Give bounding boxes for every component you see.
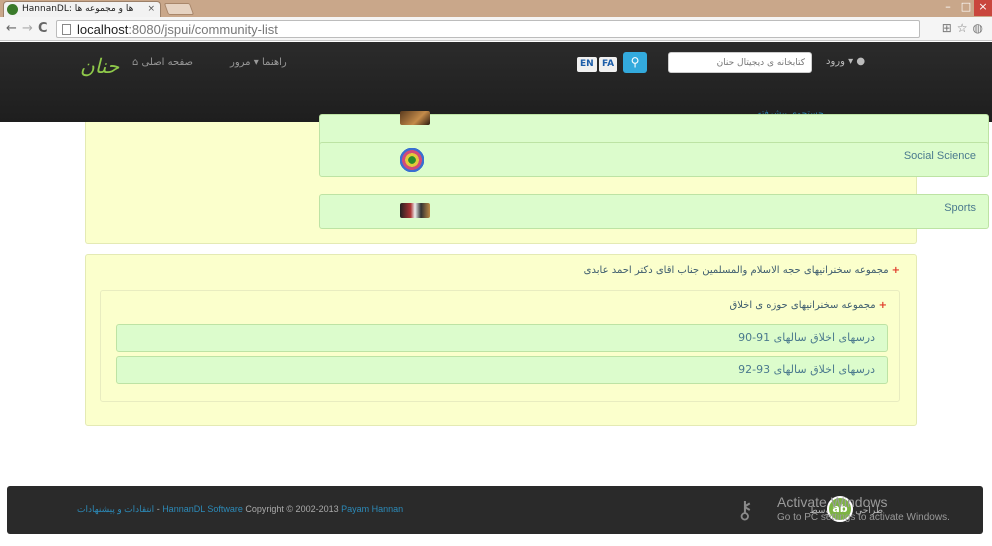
windows-activation-watermark: ⚷ Activate Windows Go to PC settings to … — [736, 494, 950, 524]
reload-icon[interactable]: C — [38, 20, 48, 38]
subcommunity-panel: Social Science Sports — [85, 111, 989, 244]
collection-row[interactable]: درسهای اخلاق سالهای 93-92 — [116, 356, 888, 384]
feedback-link[interactable]: انتقادات و پیشنهادات — [77, 504, 154, 514]
site-header: حنان ⌂ صفحه اصلی مرور ▾ راهنما EN FA ⚲ و… — [0, 42, 992, 122]
nav-browse[interactable]: مرور ▾ — [230, 54, 259, 72]
browser-extension-icons[interactable]: ⊞☆◍ — [942, 21, 988, 35]
lang-en-button[interactable]: EN — [577, 57, 597, 72]
tab-title: HannanDL: ها و مجموعه ها — [22, 4, 134, 14]
social-science-thumbnail — [400, 148, 424, 172]
sub-community-panel: +مجموعه سخنرانیهای حوزه ی اخلاق درسهای ا… — [100, 290, 900, 402]
author-link[interactable]: Payam Hannan — [341, 504, 403, 514]
footer-text: انتقادات و پیشنهادات - HannanDL Software… — [77, 504, 404, 514]
search-icon: ⚲ — [630, 55, 640, 69]
subcommunity-item[interactable]: Sports — [319, 194, 989, 229]
tab-close-icon[interactable]: × — [147, 2, 155, 16]
user-icon: ● — [856, 56, 866, 67]
search-button[interactable]: ⚲ — [623, 52, 647, 73]
art-thumbnail — [400, 111, 430, 125]
sub-community-title[interactable]: +مجموعه سخنرانیهای حوزه ی اخلاق — [729, 300, 887, 311]
window-minimize-button[interactable]: – — [938, 0, 958, 16]
page-icon — [62, 24, 71, 35]
nav-home[interactable]: ⌂ صفحه اصلی — [132, 54, 193, 72]
subcommunity-label[interactable]: Sports — [944, 202, 976, 214]
community-panel: +مجموعه سخنرانیهای حجه الاسلام والمسلمین… — [85, 254, 917, 426]
login-menu[interactable]: ورود ▾ ● — [826, 56, 865, 67]
collection-label[interactable]: درسهای اخلاق سالهای 93-92 — [738, 363, 875, 376]
new-tab-button[interactable] — [163, 3, 195, 15]
collection-row[interactable]: درسهای اخلاق سالهای 91-90 — [116, 324, 888, 352]
sports-thumbnail — [400, 203, 430, 218]
key-icon: ⚷ — [736, 496, 754, 524]
window-close-button[interactable]: × — [974, 0, 992, 16]
expand-plus-icon[interactable]: + — [879, 300, 887, 311]
collection-label[interactable]: درسهای اخلاق سالهای 91-90 — [738, 331, 875, 344]
window-maximize-button[interactable]: □ — [956, 0, 976, 16]
expand-plus-icon[interactable]: + — [892, 265, 900, 276]
search-input[interactable] — [668, 52, 812, 73]
software-link[interactable]: HannanDL Software — [162, 504, 243, 514]
subcommunity-label[interactable]: Social Science — [904, 150, 976, 162]
forward-arrow-icon[interactable]: → — [22, 20, 33, 38]
lang-fa-button[interactable]: FA — [599, 57, 618, 72]
address-bar[interactable]: localhost:8080/jspui/community-list — [56, 20, 920, 38]
favicon-icon — [7, 4, 18, 15]
url-text: localhost:8080/jspui/community-list — [77, 22, 278, 37]
browser-tab-bar: HannanDL: ها و مجموعه ها × – □ × — [0, 0, 992, 17]
home-icon: ⌂ — [132, 57, 139, 68]
site-logo[interactable]: حنان — [80, 54, 119, 78]
back-arrow-icon[interactable]: ← — [6, 20, 17, 38]
browser-toolbar: ← → C localhost:8080/jspui/community-lis… — [0, 17, 992, 41]
nav-help[interactable]: راهنما — [262, 54, 287, 72]
subcommunity-item[interactable]: Social Science — [319, 142, 989, 177]
browser-tab[interactable]: HannanDL: ها و مجموعه ها × — [3, 1, 161, 17]
community-title[interactable]: +مجموعه سخنرانیهای حجه الاسلام والمسلمین… — [584, 265, 900, 276]
